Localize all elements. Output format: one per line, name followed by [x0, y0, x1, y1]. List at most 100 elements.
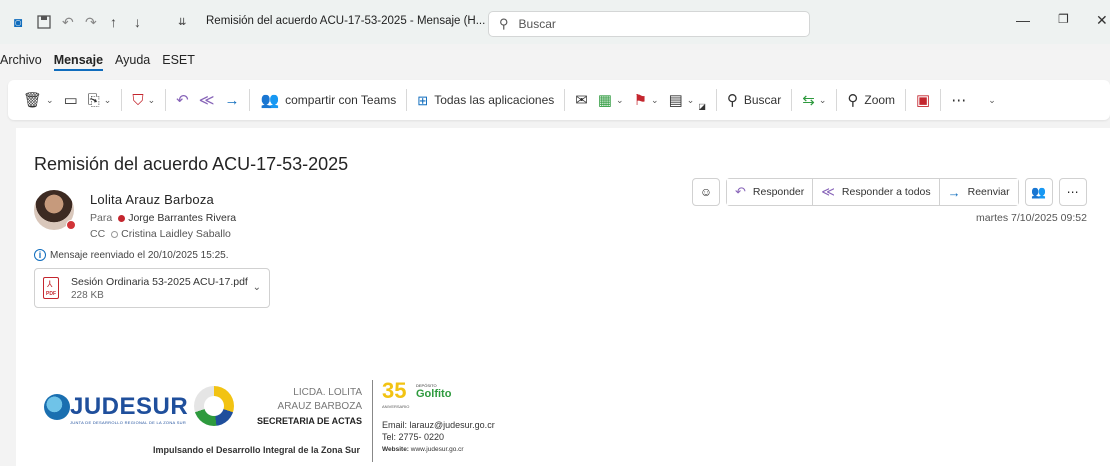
tab-mensaje[interactable]: Mensaje: [53, 53, 104, 71]
judesur-logo-subtitle: JUNTA DE DESARROLLO REGIONAL DE LA ZONA …: [70, 420, 187, 425]
reaction-button[interactable]: ☺: [692, 178, 720, 206]
reply-all-icon: ≪: [198, 91, 215, 109]
chevron-down-icon[interactable]: ⌄: [253, 282, 261, 293]
forward-button[interactable]: →: [219, 87, 244, 113]
reading-pane: Remisión del acuerdo ACU-17-53-2025 Loli…: [16, 128, 1110, 466]
more-options-button[interactable]: ⋯: [946, 87, 971, 113]
website-label: Website:: [382, 446, 409, 453]
more-actions-button[interactable]: ⋯: [1058, 178, 1087, 206]
reply-button[interactable]: ↶ Responder: [727, 179, 813, 205]
archive-icon: ▭: [63, 91, 78, 109]
teams-button[interactable]: 👥: [1024, 178, 1053, 206]
sender-name[interactable]: Lolita Arauz Barboza: [90, 192, 214, 207]
reply-all-icon: ≪: [821, 184, 835, 199]
minimize-icon[interactable]: —: [1016, 12, 1030, 28]
ribbon-expand-button[interactable]: ⌄: [979, 87, 1001, 113]
forward-label: Reenviar: [967, 186, 1010, 198]
judesur-logo-text: JUDESUR: [70, 393, 189, 420]
attachment-card[interactable]: PDF Sesión Ordinaria 53-2025 ACU-17.pdf …: [34, 268, 270, 308]
up-arrow-icon[interactable]: ↑: [110, 14, 117, 30]
customize-icon[interactable]: ⇊: [178, 14, 186, 30]
forwarded-info: i Mensaje reenviado el 20/10/2025 15:25.: [34, 249, 228, 261]
save-icon[interactable]: [37, 14, 51, 30]
chevron-down-icon: ⌄: [686, 94, 695, 105]
translate-icon: ⇆: [802, 91, 815, 109]
translate-button[interactable]: ⇆ ⌄: [797, 87, 831, 113]
signature-tagline: Impulsando el Desarrollo Integral de la …: [153, 445, 361, 455]
redo-icon[interactable]: ↷: [85, 14, 97, 30]
email-signature: JUDESUR JUNTA DE DESARROLLO REGIONAL DE …: [44, 374, 514, 464]
signature-email[interactable]: Email: larauz@judesur.go.cr: [382, 420, 495, 430]
reply-all-label: Responder a todos: [841, 186, 931, 198]
cc-recipient[interactable]: Cristina Laidley Saballo: [121, 228, 231, 240]
search-input[interactable]: ⚲ Buscar: [488, 11, 810, 37]
pdf-icon: PDF: [43, 277, 59, 299]
zoom-button[interactable]: ⚲ Zoom: [842, 87, 900, 113]
window-title: Remisión del acuerdo ACU-17-53-2025 - Me…: [206, 15, 486, 27]
archive-button[interactable]: ▭: [59, 87, 83, 113]
chevron-down-icon: ⌄: [103, 94, 112, 105]
cc-label: CC: [90, 228, 106, 240]
addin-icon: ▣: [916, 91, 931, 109]
move-button[interactable]: ⎘ ⌄: [83, 87, 117, 113]
tab-eset[interactable]: ESET: [162, 53, 195, 67]
message-subject: Remisión del acuerdo ACU-17-53-2025: [34, 154, 349, 174]
search-icon: ⚲: [499, 16, 509, 31]
chevron-down-icon: ⌄: [651, 94, 659, 105]
signature-divider: [372, 380, 373, 462]
divider: [249, 89, 251, 111]
teams-icon: 👥: [260, 91, 280, 109]
anniversary-subtitle: ANIVERSARIO: [382, 404, 410, 409]
attachment-name: Sesión Ordinaria 53-2025 ACU-17.pdf: [71, 275, 248, 288]
ribbon-search-button[interactable]: ⚲ Buscar: [722, 87, 786, 113]
divider: [406, 89, 408, 111]
reply-label: Responder: [752, 186, 805, 198]
policy-button[interactable]: ▤ ⌄ ◪: [664, 87, 711, 113]
categorize-button[interactable]: ▦ ⌄: [593, 87, 629, 113]
divider: [836, 89, 838, 111]
undo-icon[interactable]: ↶: [62, 14, 74, 30]
forward-icon: →: [224, 91, 240, 109]
restore-icon[interactable]: ❐: [1058, 12, 1069, 26]
signature-website[interactable]: Website: www.judesur.go.cr: [382, 446, 464, 453]
swirl-logo-icon: [194, 386, 234, 426]
search-icon: ⚲: [726, 91, 738, 109]
down-arrow-icon[interactable]: ↓: [134, 14, 141, 30]
ribbon: 🗑 ⌄ ▭ ⎘ ⌄ ⛉ ⌄ ↶ ≪ → 👥 compartir con Teams ⊞ T…: [8, 80, 1110, 120]
smiley-icon: ☺: [699, 185, 713, 199]
expand-icon: ◪: [698, 101, 706, 111]
tab-archivo[interactable]: Archivo: [0, 53, 42, 67]
divider: [791, 89, 793, 111]
reply-group: ↶ Responder ≪ Responder a todos → Reenviar: [726, 178, 1019, 206]
info-icon: i: [34, 249, 46, 261]
divider: [564, 89, 566, 111]
website-url: www.judesur.go.cr: [410, 446, 464, 453]
all-apps-button[interactable]: ⊞ Todas las aplicaciones: [412, 87, 559, 113]
reply-icon: ↶: [176, 91, 189, 109]
report-button[interactable]: ⛉ ⌄: [127, 87, 160, 113]
divider: [905, 89, 907, 111]
forwarded-note: Mensaje reenviado el 20/10/2025 15:25.: [50, 249, 229, 261]
share-teams-button[interactable]: 👥 compartir con Teams: [255, 87, 401, 113]
addin-button[interactable]: ▣: [911, 87, 935, 113]
forward-button[interactable]: → Reenviar: [938, 179, 1018, 205]
divider: [940, 89, 942, 111]
chevron-down-icon: ⌄: [616, 94, 624, 105]
delete-button[interactable]: 🗑 ⌄: [18, 87, 59, 113]
signature-title-2: ARAUZ BARBOZA: [277, 401, 362, 412]
signature-phone: Tel: 2775- 0220: [382, 432, 445, 442]
to-label: Para: [90, 212, 113, 224]
chevron-down-icon: ⌄: [988, 94, 996, 105]
reply-button[interactable]: ↶: [171, 87, 194, 113]
zoom-icon: ⚲: [847, 91, 859, 109]
apps-icon: ⊞: [417, 92, 429, 108]
move-icon: ⎘: [87, 91, 100, 109]
reply-all-button[interactable]: ≪ Responder a todos: [812, 179, 939, 205]
reply-all-button[interactable]: ≪: [194, 87, 220, 113]
mark-read-button[interactable]: ✉: [570, 87, 593, 113]
to-recipient[interactable]: Jorge Barrantes Rivera: [128, 212, 236, 224]
flag-button[interactable]: ⚑ ⌄: [629, 87, 664, 113]
close-icon[interactable]: ✕: [1096, 12, 1108, 29]
attachment-size: 228 KB: [71, 289, 104, 301]
tab-ayuda[interactable]: Ayuda: [115, 53, 150, 67]
